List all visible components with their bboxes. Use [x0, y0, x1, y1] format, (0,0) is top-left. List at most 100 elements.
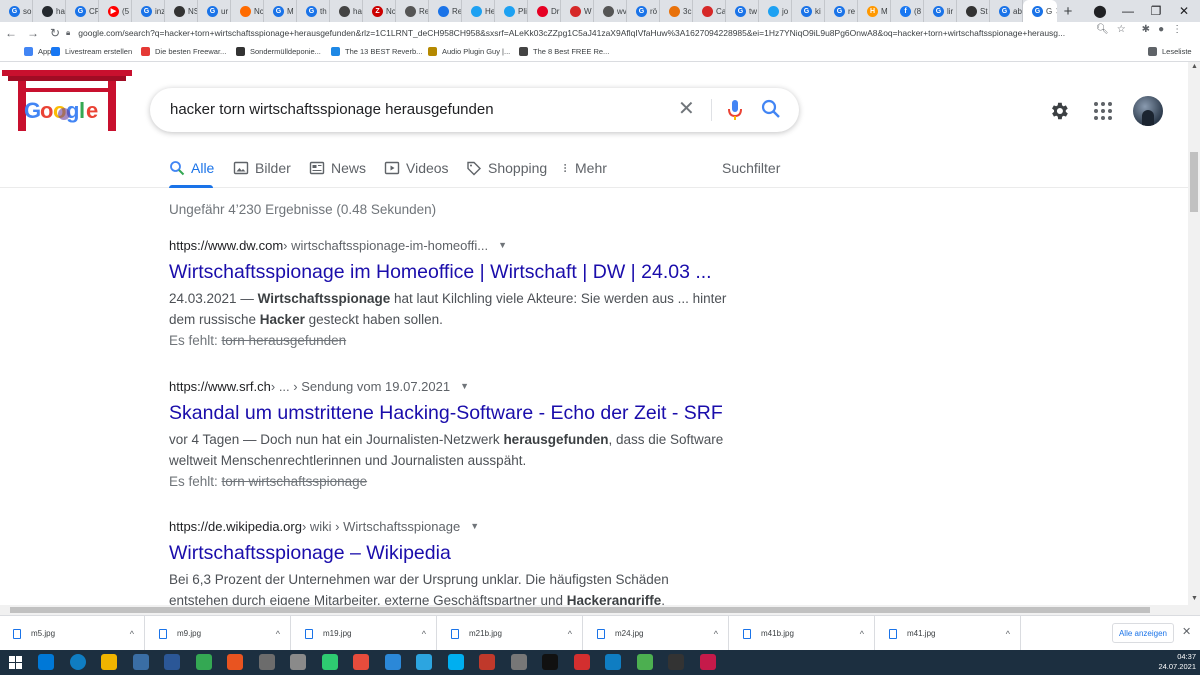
bookmark-item[interactable]: The 13 BEST Reverb... — [331, 47, 422, 56]
result-menu-caret-icon[interactable]: ▼ — [470, 521, 479, 531]
tab-videos[interactable]: Videos — [384, 160, 449, 176]
clear-icon[interactable]: ✕ — [678, 98, 695, 120]
browser-tab[interactable]: Gab — [990, 0, 1023, 22]
browser-tab[interactable]: W — [561, 0, 594, 22]
taskbar-app-icon[interactable] — [258, 654, 275, 670]
menu-icon[interactable]: ⋮ — [1172, 24, 1182, 35]
tab-alle[interactable]: Alle — [169, 160, 214, 176]
minimize-button[interactable]: — — [1114, 0, 1142, 22]
download-item[interactable]: m41b.jpg ^ — [730, 616, 875, 651]
taskbar-app-icon[interactable] — [195, 654, 212, 670]
browser-tab[interactable]: Re — [429, 0, 462, 22]
download-menu-chevron-icon[interactable]: ^ — [568, 629, 572, 639]
result-menu-caret-icon[interactable]: ▼ — [498, 240, 507, 250]
taskbar-app-icon[interactable] — [699, 654, 716, 670]
browser-tab[interactable]: wv — [594, 0, 627, 22]
taskbar-app-icon[interactable] — [542, 654, 558, 670]
browser-tab[interactable]: GG✕ — [1023, 0, 1057, 22]
scrollbar-thumb[interactable] — [1190, 152, 1198, 212]
browser-tab[interactable]: Gso — [0, 0, 33, 22]
download-item[interactable]: m9.jpg ^ — [146, 616, 291, 651]
result-title-link[interactable]: Skandal um umstrittene Hacking-Software … — [169, 401, 729, 425]
google-apps-icon[interactable] — [1093, 101, 1113, 121]
vertical-scrollbar[interactable]: ▲ ▼ — [1188, 62, 1200, 605]
download-menu-chevron-icon[interactable]: ^ — [1006, 629, 1010, 639]
extensions-icon[interactable]: ✱ — [1142, 24, 1150, 35]
taskbar-app-icon[interactable] — [573, 654, 590, 670]
maximize-button[interactable]: ❐ — [1142, 0, 1170, 22]
address-bar[interactable]: 🔒︎ google.com/search?q=hacker+torn+wirts… — [66, 24, 1136, 41]
taskbar-app-icon[interactable] — [101, 654, 117, 670]
browser-tab[interactable]: Gur — [198, 0, 231, 22]
browser-tab[interactable]: Nc — [231, 0, 264, 22]
search-icon[interactable] — [761, 99, 781, 119]
tab-mehr[interactable]: Mehr — [562, 160, 607, 176]
browser-tab[interactable]: f (8 — [891, 0, 924, 22]
tab-bilder[interactable]: Bilder — [233, 160, 291, 176]
taskbar-app-icon[interactable] — [321, 654, 338, 670]
browser-tab[interactable]: ha — [33, 0, 66, 22]
result-url[interactable]: https://www.srf.ch › ... › Sendung vom 1… — [169, 377, 729, 395]
browser-tab[interactable]: Gth — [297, 0, 330, 22]
browser-tab[interactable]: Gre — [825, 0, 858, 22]
result-menu-caret-icon[interactable]: ▼ — [460, 381, 469, 391]
taskbar-app-icon[interactable] — [416, 654, 432, 670]
browser-tab[interactable]: Glir — [924, 0, 957, 22]
taskbar-app-icon[interactable] — [290, 654, 306, 670]
download-menu-chevron-icon[interactable]: ^ — [860, 629, 864, 639]
zoom-icon[interactable]: 🔍︎ — [1096, 24, 1109, 35]
lock-icon[interactable]: 🔒︎ — [66, 28, 70, 38]
browser-tab[interactable]: Gtw — [726, 0, 759, 22]
browser-tab[interactable]: St — [957, 0, 990, 22]
show-all-downloads-button[interactable]: Alle anzeigen — [1112, 623, 1174, 643]
taskbar-app-icon[interactable] — [447, 654, 464, 670]
download-menu-chevron-icon[interactable]: ^ — [422, 629, 426, 639]
search-filters-button[interactable]: Suchfilter — [722, 160, 780, 176]
browser-tab[interactable]: Ginz — [132, 0, 165, 22]
taskbar-app-icon[interactable] — [605, 654, 621, 670]
account-avatar[interactable] — [1133, 96, 1163, 126]
taskbar-app-icon[interactable] — [164, 654, 180, 670]
scroll-down-icon[interactable]: ▼ — [1191, 595, 1198, 602]
browser-tab[interactable]: GM — [264, 0, 297, 22]
google-doodle-logo[interactable]: G o o g l e — [2, 66, 132, 136]
taskbar-app-icon[interactable] — [668, 654, 684, 670]
close-icon[interactable]: ✕ — [1182, 625, 1191, 638]
taskbar-search-icon[interactable] — [38, 654, 54, 670]
forward-icon[interactable]: → — [22, 26, 44, 40]
horizontal-scrollbar[interactable] — [0, 605, 1200, 615]
url-text[interactable]: google.com/search?q=hacker+torn+wirtscha… — [78, 28, 1088, 38]
browser-tab[interactable]: jo — [759, 0, 792, 22]
bookmark-star-icon[interactable]: ☆ — [1117, 24, 1126, 35]
result-title-link[interactable]: Wirtschaftsspionage im Homeoffice | Wirt… — [169, 260, 729, 284]
result-title-link[interactable]: Wirtschaftsspionage – Wikipedia — [169, 541, 729, 565]
tab-shopping[interactable]: Shopping — [466, 160, 547, 176]
search-box[interactable]: hacker torn wirtschaftsspionage herausge… — [150, 88, 799, 132]
taskbar-app-icon[interactable] — [132, 654, 149, 670]
download-item[interactable]: m24.jpg ^ — [584, 616, 729, 651]
close-window-button[interactable]: ✕ — [1170, 0, 1198, 22]
result-url[interactable]: https://www.dw.com › wirtschaftsspionage… — [169, 236, 729, 254]
bookmark-item[interactable]: The 8 Best FREE Re... — [519, 47, 609, 56]
browser-tab[interactable]: Ca — [693, 0, 726, 22]
download-item[interactable]: m41.jpg ^ — [876, 616, 1021, 651]
taskbar-clock[interactable]: 04:37 24.07.2021 — [1156, 652, 1196, 672]
scrollbar-thumb[interactable] — [10, 607, 1150, 613]
back-icon[interactable]: ← — [0, 26, 22, 40]
browser-tab[interactable]: Dr — [528, 0, 561, 22]
taskbar-app-icon[interactable] — [479, 654, 495, 670]
scroll-up-icon[interactable]: ▲ — [1191, 63, 1198, 70]
download-item[interactable]: m21b.jpg ^ — [438, 616, 583, 651]
taskbar-app-icon[interactable] — [69, 654, 86, 670]
browser-tab[interactable]: Re — [396, 0, 429, 22]
bookmark-item[interactable]: Sondermülldeponie... — [236, 47, 321, 56]
microphone-icon[interactable] — [726, 99, 744, 121]
taskbar-app-icon[interactable] — [384, 654, 401, 670]
reading-list[interactable]: Leseliste — [1148, 47, 1192, 56]
windows-start-icon[interactable] — [9, 656, 22, 669]
browser-tab[interactable]: ▶ (5 — [99, 0, 132, 22]
bookmark-item[interactable]: Die besten Freewar... — [141, 47, 226, 56]
taskbar-app-icon[interactable] — [353, 654, 369, 670]
taskbar-app-icon[interactable] — [227, 654, 243, 670]
download-menu-chevron-icon[interactable]: ^ — [130, 629, 134, 639]
